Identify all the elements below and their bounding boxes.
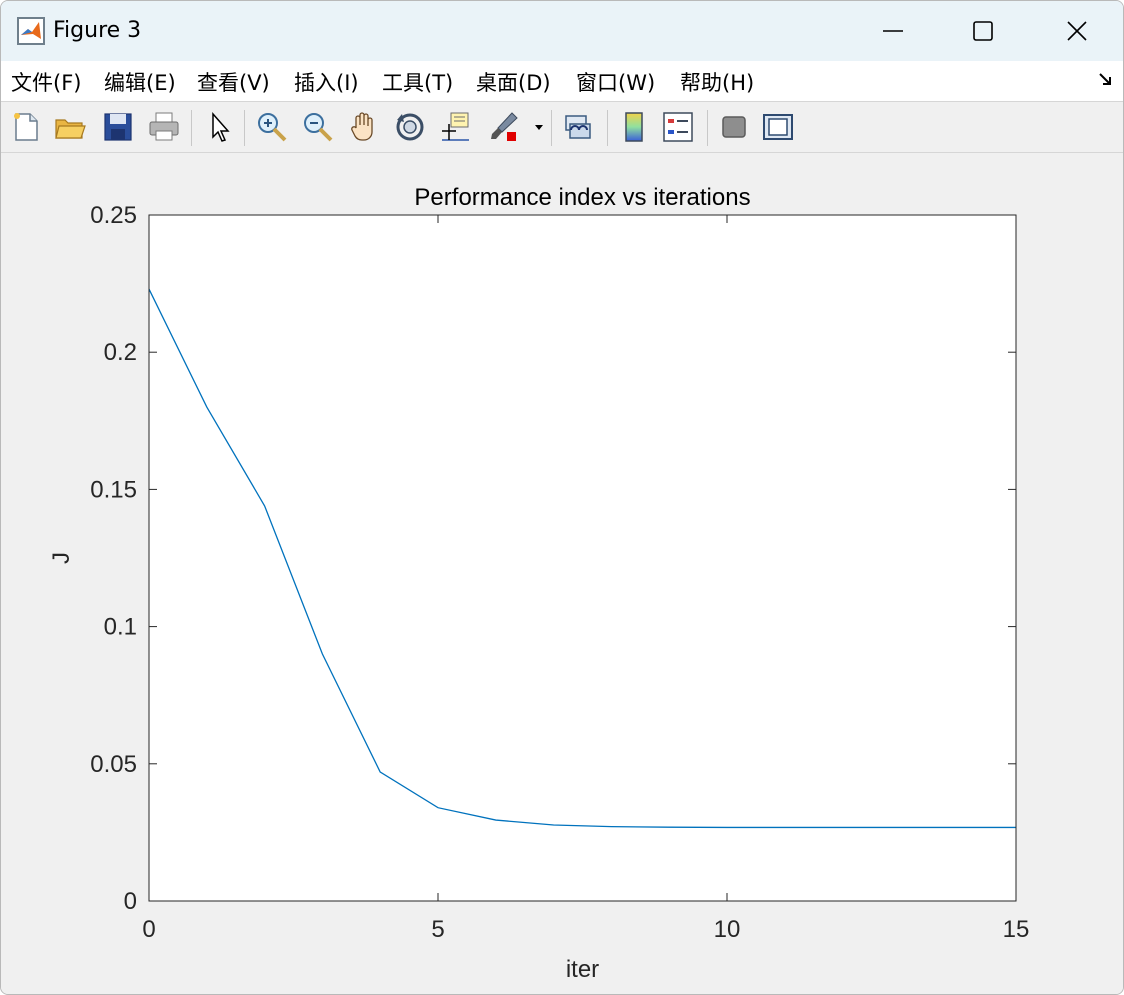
menu-file[interactable]: 文件(F)	[11, 67, 81, 97]
x-axis-label: iter	[566, 956, 599, 983]
menu-tools[interactable]: 工具(T)	[382, 67, 453, 97]
y-axis-label: J	[48, 552, 75, 564]
y-tick-label: 0	[124, 888, 137, 915]
figure-canvas[interactable]: 0 5 10 15 0 0.05 0.1 0.15 0.2 0.25 Performance in…	[1, 153, 1123, 994]
toolbar-separator	[707, 110, 708, 146]
toolbar-separator	[607, 110, 608, 146]
menu-help[interactable]: 帮助(H)	[680, 67, 754, 97]
maximize-button[interactable]	[937, 1, 1029, 61]
y-tick-label: 0.15	[90, 476, 137, 503]
close-button[interactable]	[1031, 1, 1123, 61]
link-plot-icon[interactable]	[561, 110, 595, 144]
zoom-out-icon[interactable]	[301, 110, 335, 144]
brush-dropdown-chevron-down-icon[interactable]	[533, 122, 545, 132]
maximize-icon	[973, 21, 993, 41]
print-icon[interactable]	[147, 110, 181, 144]
window-title: Figure 3	[53, 18, 142, 43]
hide-plot-tools-icon[interactable]	[717, 110, 751, 144]
x-tick-label: 5	[431, 916, 444, 943]
brush-icon[interactable]	[487, 110, 521, 144]
legend-icon[interactable]	[661, 110, 695, 144]
menu-desktop[interactable]: 桌面(D)	[476, 67, 551, 97]
menu-view[interactable]: 查看(V)	[197, 67, 270, 97]
toolbar-separator	[551, 110, 552, 146]
rotate-3d-icon[interactable]	[393, 110, 427, 144]
open-file-icon[interactable]	[53, 110, 87, 144]
y-tick-label: 0.25	[90, 202, 137, 229]
figure-toolbar	[1, 101, 1123, 153]
toolbar-separator	[191, 110, 192, 146]
y-tick-label: 0.05	[90, 751, 137, 778]
x-tick-label: 10	[714, 916, 741, 943]
menu-bar: 文件(F) 编辑(E) 查看(V) 插入(I) 工具(T) 桌面(D) 窗口(W…	[1, 61, 1123, 101]
colorbar-icon[interactable]	[617, 110, 651, 144]
title-bar: Figure 3	[1, 1, 1123, 61]
menu-edit[interactable]: 编辑(E)	[104, 67, 176, 97]
menu-insert[interactable]: 插入(I)	[294, 67, 359, 97]
pan-hand-icon[interactable]	[347, 110, 381, 144]
axes-background	[149, 215, 1016, 901]
data-cursor-icon[interactable]	[439, 110, 473, 144]
minimize-button[interactable]	[847, 1, 939, 61]
save-icon[interactable]	[101, 110, 135, 144]
show-plot-tools-icon[interactable]	[761, 110, 795, 144]
new-figure-icon[interactable]	[9, 110, 43, 144]
toolbar-separator	[244, 110, 245, 146]
x-tick-label: 15	[1003, 916, 1030, 943]
figure-window: Figure 3 文件(F) 编辑(E) 查看(V) 插入(I) 工具(T) 桌…	[0, 0, 1124, 995]
menu-window[interactable]: 窗口(W)	[576, 67, 655, 97]
matlab-logo-icon	[17, 17, 45, 45]
chart-title: Performance index vs iterations	[414, 184, 750, 211]
pointer-icon[interactable]	[203, 110, 237, 144]
x-tick-label: 0	[142, 916, 155, 943]
y-tick-label: 0.2	[104, 339, 137, 366]
close-icon	[1067, 21, 1087, 41]
y-tick-label: 0.1	[104, 614, 137, 641]
dock-arrow-icon[interactable]	[1097, 71, 1115, 89]
line-chart: 0 5 10 15 0 0.05 0.1 0.15 0.2 0.25 Performance in…	[48, 184, 1030, 983]
zoom-in-icon[interactable]	[255, 110, 289, 144]
minimize-icon	[883, 30, 903, 32]
